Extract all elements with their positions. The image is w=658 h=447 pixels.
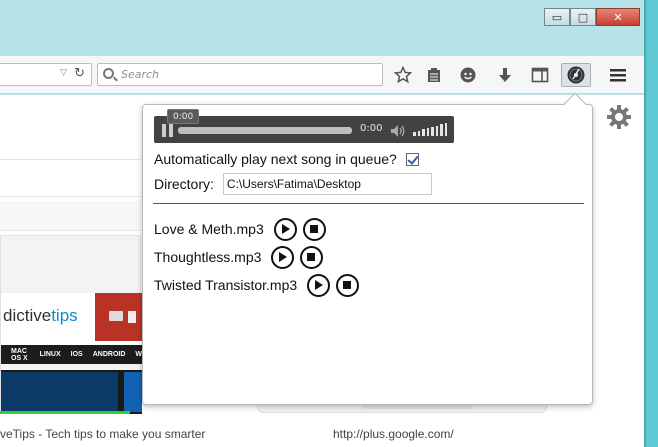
play-icon[interactable]: [273, 217, 297, 241]
bookmark-star-icon[interactable]: [392, 64, 414, 86]
song-name: Love & Meth.mp3: [154, 221, 264, 237]
audio-player[interactable]: 0:00 0:00: [154, 109, 454, 143]
volume-bar: [422, 129, 425, 136]
volume-bar: [413, 132, 416, 136]
song-name: Thoughtless.mp3: [154, 249, 262, 265]
volume-bar: [440, 124, 443, 136]
play-icon[interactable]: [307, 273, 331, 297]
nav-item: ANDROID: [92, 351, 126, 358]
seek-progress: [178, 127, 352, 134]
time-display: 0:00: [360, 123, 383, 134]
song-item: Love & Meth.mp3: [154, 215, 574, 243]
volume-bar: [417, 130, 420, 136]
autoplay-checkbox[interactable]: [405, 152, 419, 166]
pause-icon[interactable]: [162, 124, 174, 137]
music-player-panel: 0:00 0:00 Automatically play next song i…: [142, 104, 593, 405]
volume-bar: [431, 126, 434, 136]
nav-item: MAC OS X: [11, 347, 28, 362]
tile-caption[interactable]: veTips - Tech tips to make you smarter: [0, 427, 205, 441]
search-icon: [103, 68, 114, 79]
site-nav-strip: MAC OS X LINUX IOS ANDROID W: [1, 345, 142, 364]
directory-setting: Directory:: [154, 173, 432, 195]
stop-icon[interactable]: [300, 245, 324, 269]
logo-text: dictivetips: [3, 306, 78, 325]
gear-icon[interactable]: [606, 104, 632, 130]
volume-bar: [435, 125, 438, 136]
volume-slider[interactable]: [413, 122, 447, 136]
nav-item: IOS: [70, 351, 83, 358]
divider: [153, 203, 584, 204]
autoplay-label: Automatically play next song in queue?: [154, 151, 397, 167]
reading-list-icon[interactable]: [423, 64, 445, 86]
menu-icon[interactable]: [607, 64, 629, 86]
site-tile-addictivetips[interactable]: dictivetips MAC OS X LINUX IOS ANDROID W: [0, 235, 142, 414]
logo-badge-icon: [95, 293, 142, 341]
download-icon[interactable]: [494, 64, 516, 86]
maximize-button[interactable]: □: [570, 8, 596, 26]
autoplay-setting: Automatically play next song in queue?: [154, 151, 419, 167]
minimize-button[interactable]: ▭: [544, 8, 570, 26]
play-icon[interactable]: [271, 245, 295, 269]
url-dropdown-icon[interactable]: ▽: [60, 68, 67, 78]
search-bar[interactable]: Search: [97, 63, 383, 86]
site-logo: dictivetips: [1, 293, 142, 345]
song-item: Thoughtless.mp3: [154, 243, 574, 271]
song-name: Twisted Transistor.mp3: [154, 277, 298, 293]
nav-item: LINUX: [39, 351, 61, 358]
song-list: Love & Meth.mp3 Thoughtless.mp3 Twisted …: [154, 215, 574, 299]
seek-tooltip: 0:00: [167, 109, 200, 124]
song-item: Twisted Transistor.mp3: [154, 271, 574, 299]
directory-input[interactable]: [222, 173, 432, 195]
directory-label: Directory:: [154, 176, 214, 192]
volume-icon[interactable]: [390, 123, 406, 137]
stop-icon[interactable]: [336, 273, 360, 297]
sidebar-icon[interactable]: [529, 64, 551, 86]
search-placeholder: Search: [121, 68, 160, 81]
url-bar[interactable]: ▽ ↻: [0, 63, 92, 86]
window-controls: ▭ □ ✕: [544, 8, 640, 26]
music-player-addon-icon[interactable]: [561, 63, 591, 87]
site-thumbnail: [1, 370, 142, 414]
page-row: [0, 201, 141, 231]
stop-icon[interactable]: [302, 217, 326, 241]
volume-bar: [426, 128, 429, 136]
nav-toolbar: ▽ ↻ Search: [0, 56, 644, 94]
nav-item: W: [135, 351, 142, 358]
close-button[interactable]: ✕: [596, 8, 640, 26]
reload-icon[interactable]: ↻: [74, 66, 85, 81]
volume-bar: [444, 122, 447, 136]
pocket-icon[interactable]: [457, 64, 479, 86]
tile-caption[interactable]: http://plus.google.com/: [333, 427, 454, 441]
page-row: [0, 159, 141, 197]
tile-underline: [0, 411, 130, 414]
seek-slider[interactable]: [178, 127, 352, 134]
